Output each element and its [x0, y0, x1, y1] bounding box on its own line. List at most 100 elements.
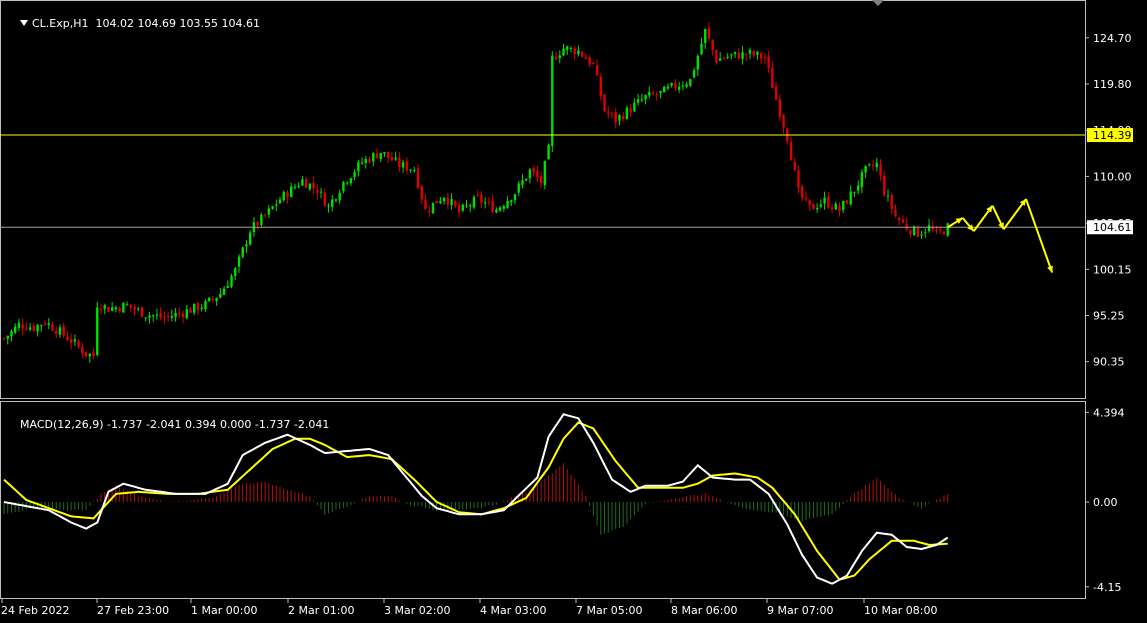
candle-body [372, 153, 375, 162]
candle-body [745, 53, 748, 55]
candle-body [13, 326, 17, 333]
candle-body [331, 199, 334, 207]
candle-body [864, 165, 867, 173]
candle-body [539, 176, 543, 184]
candle-body [737, 52, 741, 59]
candle-body [748, 49, 752, 54]
candle-body [319, 191, 323, 193]
candle-body [681, 85, 685, 87]
candle-body [312, 183, 315, 188]
time-tick-label: 10 Mar 08:00 [864, 604, 937, 617]
candle-body [883, 175, 886, 196]
candle-body [692, 70, 696, 78]
candle-body [476, 195, 479, 197]
candle-body [577, 50, 580, 55]
candle-body [696, 55, 699, 70]
candle-body [133, 306, 136, 310]
candle-body [909, 230, 912, 235]
candle-body [2, 338, 6, 340]
candle-body [152, 315, 155, 317]
candle-body [304, 179, 308, 188]
candle-body [771, 67, 774, 89]
candle-body [357, 162, 360, 172]
candle-body [420, 186, 423, 200]
time-tick-label: 24 Feb 2022 [1, 604, 69, 617]
candle-body [345, 182, 349, 184]
candle-body [110, 307, 114, 311]
candle-body [886, 195, 890, 197]
candle-body [733, 51, 737, 54]
candle-body [554, 56, 558, 60]
candle-body [6, 335, 9, 339]
macd-tick-label: -4.15 [1093, 581, 1121, 594]
candle-body [159, 312, 162, 318]
candle-body [487, 201, 491, 203]
candle-body [644, 95, 647, 100]
candle-body [491, 200, 494, 213]
candle-body [237, 256, 241, 267]
price-tick-label: 90.35 [1093, 356, 1125, 369]
price-tag-label-1: 114.39 [1093, 129, 1132, 142]
candle-body [510, 200, 513, 203]
candle-body [860, 172, 864, 188]
candle-body [226, 285, 229, 288]
candle-body [275, 204, 278, 206]
candle-body [174, 312, 177, 317]
candle-body [774, 86, 778, 100]
candle-body [383, 152, 386, 154]
candle-body [573, 48, 576, 55]
candle-body [379, 152, 382, 159]
candle-body [32, 325, 36, 331]
candle-body [73, 339, 77, 342]
candle-body [629, 108, 632, 113]
candle-body [689, 79, 692, 86]
candle-body [726, 56, 729, 58]
candle-body [360, 162, 364, 164]
candle-body [215, 297, 218, 301]
candle-body [666, 86, 670, 89]
candle-body [323, 192, 326, 206]
candle-body [898, 217, 901, 220]
candle-body [40, 325, 43, 327]
candle-body [245, 244, 248, 247]
dropdown-triangle-icon[interactable] [20, 20, 28, 26]
symbol-header[interactable]: CL.Exp,H1 104.02 104.69 103.55 104.61 [6, 4, 260, 43]
candle-body [439, 201, 442, 204]
candle-body [282, 191, 285, 201]
candle-body [125, 304, 129, 306]
chart-canvas[interactable]: 124.70119.80114.90110.00105.05100.1595.2… [0, 0, 1147, 619]
candle-body [625, 107, 629, 119]
candle-body [871, 165, 875, 167]
candle-body [815, 208, 819, 210]
time-tick-label: 4 Mar 03:00 [480, 604, 546, 617]
candle-body [256, 221, 259, 226]
candle-body [793, 162, 796, 170]
candle-body [498, 207, 502, 211]
candle-body [868, 164, 871, 166]
price-tick-label: 124.70 [1093, 32, 1132, 45]
candle-body [278, 199, 282, 204]
price-tick-label: 110.00 [1093, 170, 1132, 183]
time-tick-label: 2 Mar 01:00 [288, 604, 354, 617]
candle-body [856, 185, 860, 191]
candle-body [842, 200, 845, 211]
candle-body [170, 316, 174, 318]
candle-body [812, 203, 815, 210]
candle-body [349, 178, 353, 184]
candle-body [722, 58, 726, 60]
price-tag-label-2: 104.61 [1093, 221, 1132, 234]
candle-body [178, 313, 181, 315]
candle-body [569, 47, 573, 49]
candle-body [595, 65, 599, 76]
candle-body [801, 186, 804, 198]
candle-body [166, 316, 170, 318]
candle-body [51, 324, 54, 331]
candle-body [25, 328, 28, 330]
trading-chart[interactable]: 124.70119.80114.90110.00105.05100.1595.2… [0, 0, 1147, 619]
candle-body [69, 339, 73, 343]
candle-body [640, 99, 644, 101]
macd-tick-label: 0.00 [1093, 496, 1118, 509]
candle-body [181, 313, 185, 317]
symbol-label: CL.Exp,H1 [32, 17, 89, 30]
candle-body [525, 178, 528, 181]
